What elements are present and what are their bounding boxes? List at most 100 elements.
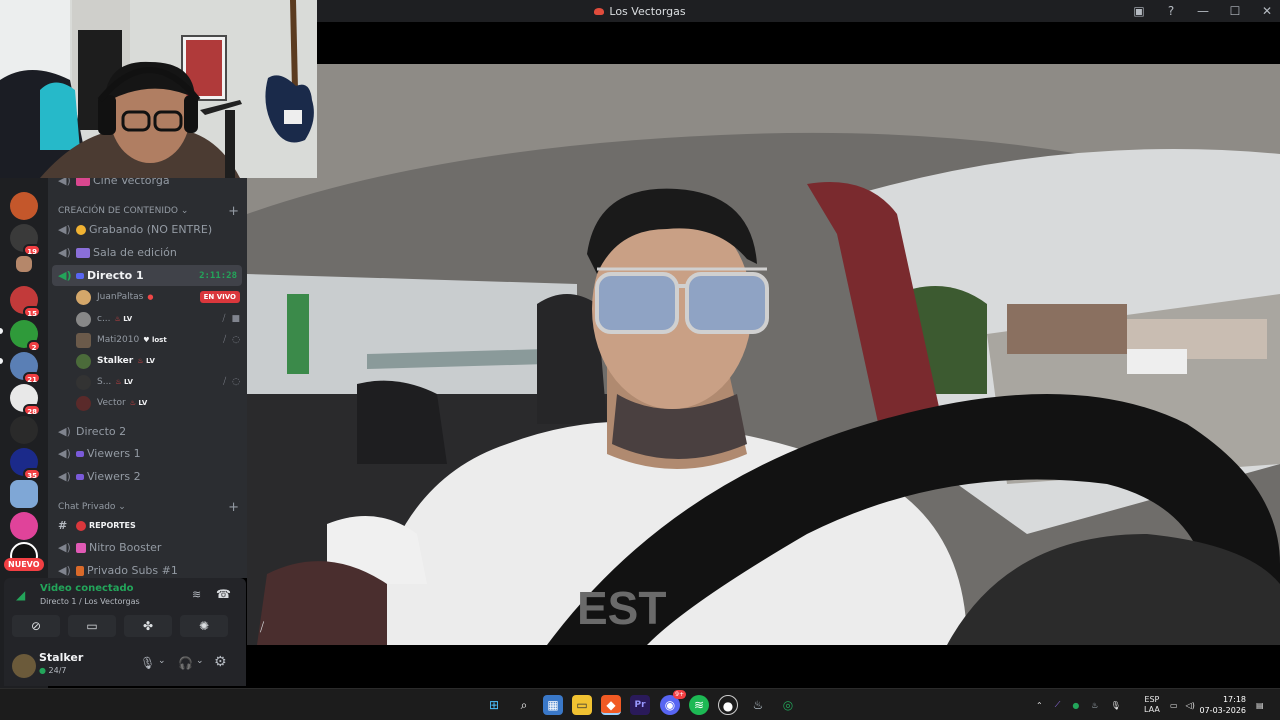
user-name[interactable]: Stalker <box>39 651 83 664</box>
tray-mic-icon[interactable]: 🎙 <box>1110 701 1120 710</box>
clock-time: 17:18 <box>1222 695 1246 704</box>
channel-grabando[interactable]: ◀) Grabando (NO ENTRE) <box>52 219 242 240</box>
user-status: ● 24/7 <box>39 666 67 675</box>
channel-sala[interactable]: ◀) Sala de edición <box>52 242 242 263</box>
user-bar: Stalker ● 24/7 🎙 ⌄ 🎧 ⌄ ⚙ <box>4 646 246 686</box>
activities-button[interactable]: ✤ <box>124 615 172 637</box>
user-status-icons: ⧸ ◌ <box>223 377 240 387</box>
server-icon-1[interactable] <box>10 192 38 220</box>
help-icon[interactable]: ? <box>1164 4 1178 18</box>
channel-nitro[interactable]: ◀) Nitro Booster <box>52 537 242 558</box>
channel-directo1[interactable]: ◀) Directo 1 2:11:28 <box>52 265 242 286</box>
channel-viewers1[interactable]: ◀) Viewers 1 <box>52 443 242 464</box>
server-icon <box>594 7 605 15</box>
disconnect-icon[interactable]: ☎ <box>216 587 231 601</box>
quick-settings[interactable]: ▭ ◁) <box>1170 689 1195 720</box>
inbox-icon[interactable]: ▣ <box>1132 4 1146 18</box>
voice-user[interactable]: S... ♨ LV ⧸ ◌ <box>76 372 240 392</box>
tray-steam-icon[interactable]: ♨ <box>1091 701 1098 710</box>
spotify-icon[interactable]: ≋ <box>689 695 709 715</box>
category-label: CREACIÓN DE CONTENIDO ⌄ <box>58 206 189 216</box>
channel-subs[interactable]: ◀) Privado Subs #1 <box>52 560 242 578</box>
premiere-icon[interactable]: Pr <box>630 695 650 715</box>
video-stream[interactable]: EST <box>247 64 1280 645</box>
window-title: Los Vectorgas <box>609 4 686 18</box>
voice-user[interactable]: Stalker ♨ LV <box>76 351 240 371</box>
user-name: Mati2010 <box>97 335 140 345</box>
mute-icon: ⧸ <box>223 377 227 387</box>
film-icon <box>76 247 90 258</box>
voice-user[interactable]: c... ♨ LV ⧸ ■ <box>76 309 240 329</box>
server-icon-2[interactable]: 19 <box>10 224 41 256</box>
microphone-icon[interactable]: 🎙 <box>140 656 155 670</box>
signal-icon: ◢ <box>16 588 26 602</box>
user-tag-text: LV <box>124 378 133 386</box>
discord-icon[interactable]: ◉ 9+ <box>660 690 686 715</box>
headphone-options-icon[interactable]: ⌄ <box>196 656 204 666</box>
voice-user[interactable]: Vector ♨ LV <box>76 393 240 413</box>
tray-app-icon[interactable]: ⟋ <box>1055 700 1061 710</box>
tray-status-icon[interactable]: ● <box>1072 701 1079 710</box>
voice-icon: ◀) <box>58 223 71 236</box>
server-icon-4[interactable]: 15 <box>10 286 41 318</box>
server-icon-10[interactable] <box>10 480 38 508</box>
add-channel-icon[interactable]: + <box>228 500 239 515</box>
headphones-icon[interactable]: 🎧 <box>178 656 193 670</box>
brave-icon[interactable]: ◆ <box>601 695 621 715</box>
channel-label: Grabando (NO ENTRE) <box>89 223 213 236</box>
user-status-text: 24/7 <box>48 666 67 675</box>
gallery-icon[interactable]: ▦ <box>543 695 563 715</box>
screen-share-button[interactable]: ▭ <box>68 615 116 637</box>
camera-off-button[interactable]: ⊘ <box>12 615 60 637</box>
server-icon-9[interactable]: 35 <box>10 448 41 480</box>
minimize-button[interactable]: — <box>1196 4 1210 18</box>
xbox-icon[interactable]: ◎ <box>778 695 798 715</box>
voice-location[interactable]: Directo 1 / Los Vectorgas <box>40 597 140 606</box>
server-icon-5[interactable]: 2 <box>10 320 41 352</box>
category-creacion[interactable]: CREACIÓN DE CONTENIDO ⌄ + <box>58 203 243 219</box>
window-title-wrap: Los Vectorgas <box>594 4 686 18</box>
soundboard-button[interactable]: ✺ <box>180 615 228 637</box>
add-channel-icon[interactable]: + <box>228 204 239 219</box>
mic-options-icon[interactable]: ⌄ <box>158 656 166 666</box>
avatar <box>76 289 91 305</box>
channel-directo2[interactable]: ◀) Directo 2 <box>52 421 242 442</box>
folder-icon[interactable]: ▭ <box>572 695 592 715</box>
server-badge: 35 <box>23 468 41 480</box>
svg-text:EST: EST <box>577 582 666 634</box>
obs-icon[interactable]: ● <box>718 695 738 715</box>
start-icon[interactable]: ⊞ <box>484 695 504 715</box>
clock[interactable]: 17:18 07-03-2026 <box>1200 694 1247 716</box>
maximize-button[interactable]: ☐ <box>1228 4 1242 18</box>
language-indicator[interactable]: ESP LAA <box>1144 689 1160 720</box>
voice-icon: ◀) <box>58 541 71 554</box>
user-name: JuanPaltas <box>97 292 144 302</box>
channel-viewers2[interactable]: ◀) Viewers 2 <box>52 466 242 487</box>
mute-icon: ⧸ <box>222 314 226 324</box>
channel-label: Viewers 2 <box>87 470 141 483</box>
channel-reportes[interactable]: # REPORTES <box>52 515 242 536</box>
voice-user[interactable]: JuanPaltas ● EN VIVO <box>76 287 240 307</box>
voice-user[interactable]: Mati2010 ♥ lost ⧸ ◌ <box>76 330 240 350</box>
no-entry-icon <box>76 520 86 531</box>
noise-suppression-icon[interactable]: ≋ <box>192 588 201 601</box>
channel-cine[interactable]: ◀) Cine Vectorga <box>52 178 242 191</box>
search-icon[interactable]: ⌕ <box>514 695 534 715</box>
channel-label: Privado Subs #1 <box>87 564 178 577</box>
status-dot: ● <box>39 666 49 675</box>
server-icon-6[interactable]: 21 <box>10 352 41 384</box>
server-icon-8[interactable] <box>10 416 38 444</box>
voice-active-icon: ◀) <box>58 269 72 282</box>
settings-icon[interactable]: ⚙ <box>214 654 227 670</box>
category-chat-privado[interactable]: Chat Privado ⌄ + <box>58 499 243 515</box>
notification-icon[interactable]: ▤ <box>1256 689 1264 720</box>
steam-icon[interactable]: ♨ <box>748 695 768 715</box>
voice-status[interactable]: Video conectado <box>40 583 133 594</box>
server-icon-7[interactable]: 28 <box>10 384 41 416</box>
server-icon-11[interactable] <box>10 512 38 540</box>
user-avatar[interactable] <box>12 654 36 678</box>
close-button[interactable]: ✕ <box>1260 4 1274 18</box>
tray-expand-icon[interactable]: ⌃ <box>1036 701 1043 710</box>
text-channel-icon: # <box>58 519 68 532</box>
server-icon-3[interactable] <box>16 256 32 272</box>
